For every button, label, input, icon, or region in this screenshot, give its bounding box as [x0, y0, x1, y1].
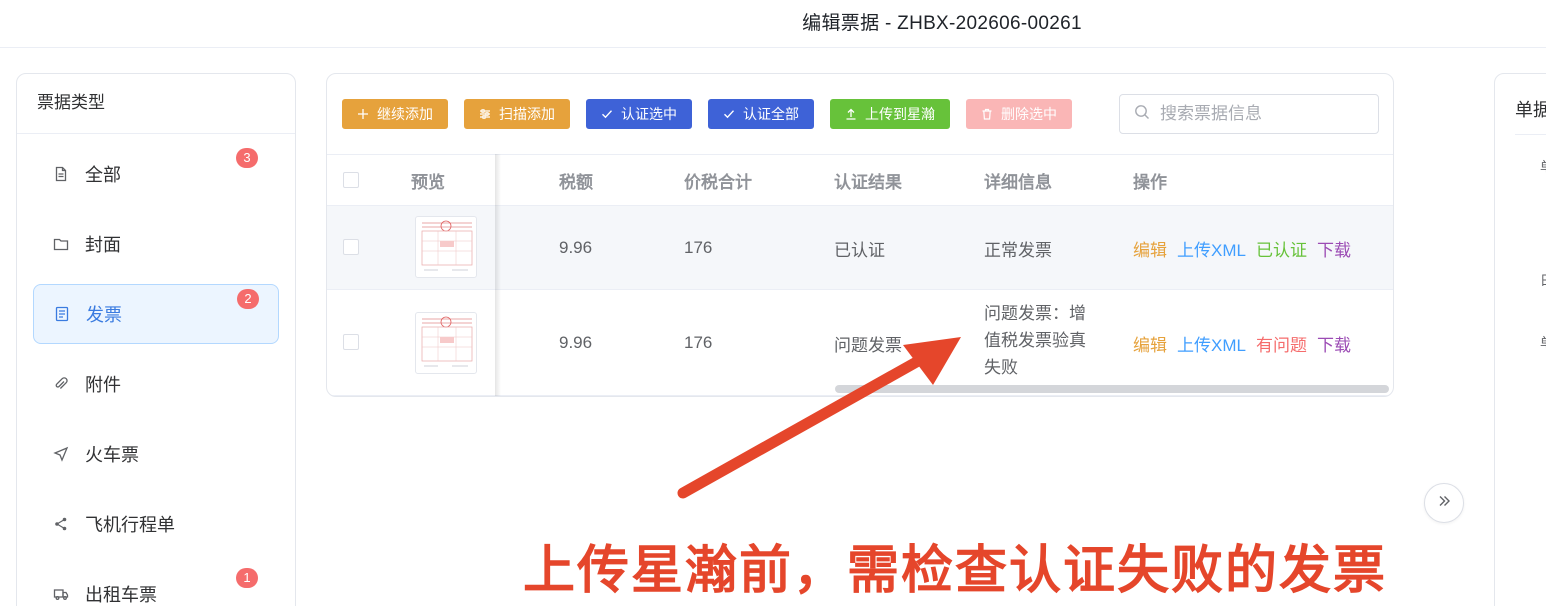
folder-icon: [53, 236, 69, 252]
truck-icon: [53, 586, 69, 602]
trash-icon: [981, 108, 993, 120]
header-total: 价税合计: [684, 172, 752, 192]
search-box[interactable]: [1119, 94, 1379, 134]
detail-line: 值税发票验真: [984, 331, 1086, 350]
toolbar: 继续添加 扫描添加 认证选中 认证全部 上传到星瀚 删除选中: [342, 99, 1072, 129]
download-link[interactable]: 下载: [1317, 331, 1351, 356]
row-checkbox[interactable]: [343, 334, 359, 350]
check-icon: [601, 108, 613, 120]
paperclip-icon: [53, 376, 69, 392]
total-cell: 176: [684, 333, 713, 352]
tax-cell: 9.96: [559, 333, 593, 352]
result-cell: 已认证: [834, 240, 885, 260]
upload-xml-link[interactable]: 上传XML: [1177, 236, 1246, 261]
sidebar-item-flight[interactable]: 飞机行程单: [33, 494, 279, 554]
count-badge: 2: [237, 289, 259, 309]
double-chevron-right-icon: [1437, 494, 1451, 513]
invoice-thumbnail[interactable]: [415, 216, 477, 278]
invoice-thumbnail[interactable]: [415, 312, 477, 374]
divider: [1515, 134, 1546, 135]
sidebar-item-all[interactable]: 全部 3: [33, 144, 279, 204]
table-row: 9.96 176 问题发票 问题发票：增 值税发票验真 失败 编辑 上传XML …: [327, 290, 1393, 396]
search-input[interactable]: [1160, 104, 1360, 124]
detail-line: 失败: [984, 358, 1018, 377]
table-row: 9.96 176 已认证 正常发票 编辑 上传XML 已认证 下载: [327, 206, 1393, 290]
header-tax: 税额: [559, 172, 593, 192]
sidebar-title: 票据类型: [17, 74, 295, 134]
sidebar-item-train[interactable]: 火车票: [33, 424, 279, 484]
result-cell: 问题发票: [834, 335, 902, 355]
fixed-column-shadow: [495, 154, 501, 396]
ticket-type-sidebar: 票据类型 全部 3 封面 发票 2 附件 火车票 飞机行程单 出租车票 1: [16, 73, 296, 606]
send-icon: [53, 446, 69, 462]
scan-add-button[interactable]: 扫描添加: [464, 99, 570, 129]
verify-selected-button[interactable]: 认证选中: [586, 99, 692, 129]
plus-icon: [357, 108, 369, 120]
actions-cell: 编辑 上传XML 有问题 下载: [1133, 290, 1361, 396]
annotation-text: 上传星瀚前，需检查认证失败的发票: [523, 541, 1388, 601]
total-cell: 176: [684, 238, 713, 257]
upload-xinghan-button[interactable]: 上传到星瀚: [830, 99, 950, 129]
share-icon: [53, 516, 69, 532]
horizontal-scrollbar[interactable]: [835, 385, 1389, 393]
expand-panel-button[interactable]: [1424, 483, 1464, 523]
delete-selected-button[interactable]: 删除选中: [966, 99, 1072, 129]
sidebar-item-attachment[interactable]: 附件: [33, 354, 279, 414]
header-actions: 操作: [1133, 172, 1167, 192]
download-link[interactable]: 下载: [1317, 236, 1351, 261]
top-bar: 编辑票据 - ZHBX-202606-00261: [0, 0, 1546, 48]
invoice-table: 预览 税额 价税合计 认证结果 详细信息 操作 9.96 176 已认证 正常发…: [327, 154, 1393, 396]
invoice-icon: [54, 306, 70, 322]
sidebar-item-label: 飞机行程单: [85, 515, 175, 535]
sliders-icon: [479, 108, 491, 120]
panel-label: 单: [1540, 156, 1546, 175]
sidebar-item-label: 封面: [85, 235, 121, 255]
header-detail: 详细信息: [984, 172, 1052, 192]
edit-link[interactable]: 编辑: [1133, 236, 1167, 261]
continue-add-button[interactable]: 继续添加: [342, 99, 448, 129]
header-result: 认证结果: [834, 172, 902, 192]
sidebar-item-taxi[interactable]: 出租车票 1: [33, 564, 279, 606]
problem-link[interactable]: 有问题: [1256, 331, 1307, 356]
detail-cell: 正常发票: [984, 240, 1052, 260]
continue-add-label: 继续添加: [377, 106, 433, 122]
actions-cell: 编辑 上传XML 已认证 下载: [1133, 206, 1361, 290]
sidebar-item-invoice[interactable]: 发票 2: [33, 284, 279, 344]
sidebar-nav: 全部 3 封面 发票 2 附件 火车票 飞机行程单 出租车票 1: [17, 134, 295, 606]
invoice-table-card: 继续添加 扫描添加 认证选中 认证全部 上传到星瀚 删除选中 预览: [326, 73, 1394, 397]
scan-add-label: 扫描添加: [499, 106, 555, 122]
panel-title: 单据: [1515, 100, 1546, 120]
count-badge: 3: [236, 148, 258, 168]
sidebar-item-label: 附件: [85, 375, 121, 395]
upload-xml-link[interactable]: 上传XML: [1177, 331, 1246, 356]
search-icon: [1134, 104, 1150, 125]
tax-cell: 9.96: [559, 238, 593, 257]
document-info-panel: 单据 单 日 单: [1494, 73, 1546, 606]
check-icon: [723, 108, 735, 120]
table-header: 预览 税额 价税合计 认证结果 详细信息 操作: [327, 154, 1393, 206]
detail-line: 问题发票：增: [984, 304, 1086, 323]
header-preview: 预览: [411, 172, 445, 192]
sidebar-item-cover[interactable]: 封面: [33, 214, 279, 274]
sidebar-item-label: 全部: [85, 165, 121, 185]
sidebar-item-label: 火车票: [85, 445, 139, 465]
upload-icon: [845, 108, 857, 120]
sidebar-item-label: 发票: [86, 305, 122, 325]
panel-label: 单: [1540, 332, 1546, 351]
row-checkbox[interactable]: [343, 239, 359, 255]
page-title: 编辑票据 - ZHBX-202606-00261: [802, 13, 1082, 34]
verify-all-label: 认证全部: [743, 106, 799, 122]
select-all-checkbox[interactable]: [343, 172, 359, 188]
document-icon: [53, 166, 69, 182]
edit-link[interactable]: 编辑: [1133, 331, 1167, 356]
verify-selected-label: 认证选中: [621, 106, 677, 122]
count-badge: 1: [236, 568, 258, 588]
sidebar-item-label: 出租车票: [85, 585, 157, 605]
panel-label: 日: [1540, 270, 1546, 289]
delete-selected-label: 删除选中: [1001, 106, 1057, 122]
verified-link[interactable]: 已认证: [1256, 236, 1307, 261]
upload-xinghan-label: 上传到星瀚: [865, 106, 935, 122]
detail-cell: 问题发票：增 值税发票验真 失败: [984, 300, 1114, 381]
verify-all-button[interactable]: 认证全部: [708, 99, 814, 129]
